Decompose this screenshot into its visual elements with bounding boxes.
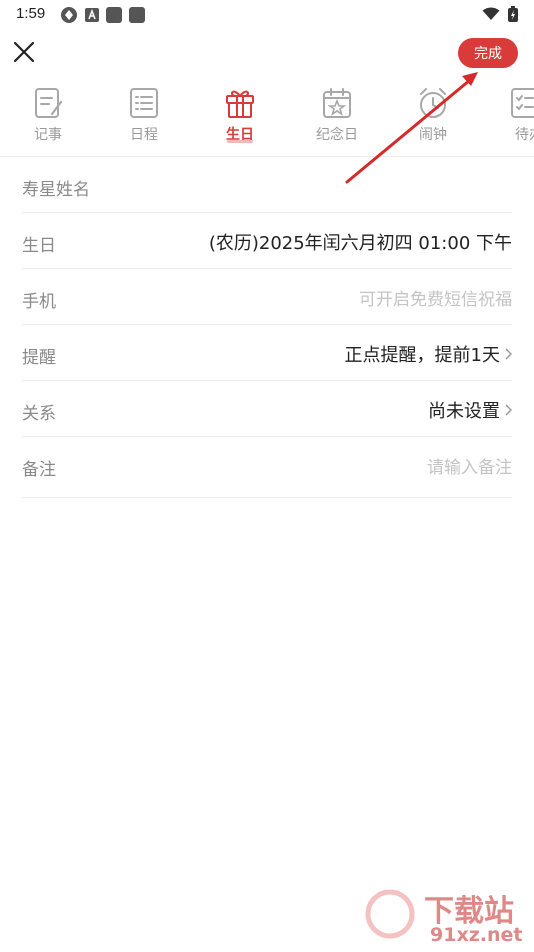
annotation-arrow	[345, 72, 478, 184]
watermark: 下载站 91xz.net	[360, 884, 530, 948]
watermark-en: 91xz.net	[430, 924, 523, 946]
